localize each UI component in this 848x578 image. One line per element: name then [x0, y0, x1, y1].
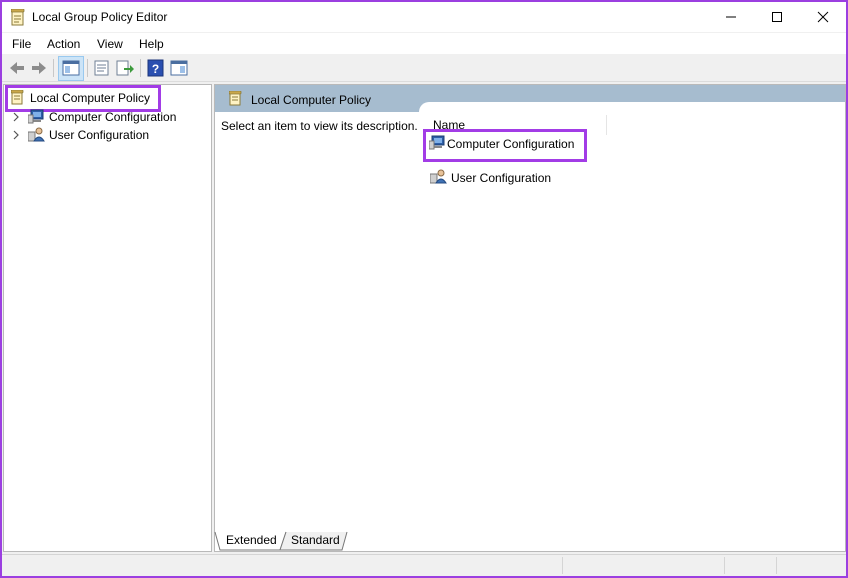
status-bar [2, 554, 846, 576]
list-item-user-configuration[interactable]: User Configuration [429, 168, 629, 186]
details-pane: Local Computer Policy Select an item to … [214, 84, 846, 552]
forward-arrow-icon[interactable] [29, 58, 49, 78]
toolbar-separator [140, 59, 141, 77]
show-hide-action-pane-icon[interactable] [169, 58, 189, 78]
menu-help[interactable]: Help [139, 37, 164, 51]
status-cell-tertiary [726, 557, 777, 574]
tree-root-label: Local Computer Policy [30, 91, 151, 105]
back-arrow-icon[interactable] [7, 58, 27, 78]
help-icon[interactable]: ? [146, 58, 166, 78]
maximize-button[interactable] [754, 2, 800, 32]
title-bar: Local Group Policy Editor [2, 2, 846, 32]
console-tree: Local Computer Policy Computer Configura… [3, 84, 212, 552]
maximize-icon [772, 12, 782, 22]
view-tabs: Extended Standard [214, 531, 614, 553]
tree-item-label: User Configuration [49, 128, 150, 142]
menu-file[interactable]: File [12, 37, 31, 51]
window-title: Local Group Policy Editor [32, 10, 168, 24]
toolbar: ? [2, 55, 846, 82]
status-cell-secondary [564, 557, 725, 574]
computer-configuration-icon [28, 109, 44, 124]
user-configuration-icon [430, 169, 447, 184]
list-item-label: User Configuration [451, 171, 552, 185]
close-icon [817, 11, 829, 23]
menu-view[interactable]: View [97, 37, 123, 51]
show-hide-console-tree-icon [62, 60, 80, 76]
details-list: Name User Configuration Computer Configu… [419, 102, 845, 551]
status-cell-main [2, 557, 563, 574]
column-divider[interactable] [606, 115, 607, 135]
chevron-right-icon[interactable] [12, 130, 20, 140]
toolbar-separator [53, 59, 54, 77]
computer-configuration-icon [429, 135, 445, 150]
show-hide-console-tree-button[interactable] [58, 56, 84, 81]
minimize-icon [726, 16, 736, 18]
chevron-right-icon[interactable] [12, 112, 20, 122]
policy-document-icon [11, 90, 24, 105]
minimize-button[interactable] [708, 2, 754, 32]
user-configuration-icon [28, 127, 45, 142]
tree-item-user-configuration[interactable]: User Configuration [4, 126, 204, 144]
app-window: Local Group Policy Editor File Action Vi… [2, 2, 846, 576]
svg-text:?: ? [152, 62, 159, 76]
export-list-icon[interactable] [115, 58, 135, 78]
close-button[interactable] [800, 2, 846, 32]
list-item-computer-configuration[interactable]: Computer Configuration [423, 129, 587, 162]
menu-action[interactable]: Action [47, 37, 80, 51]
properties-icon[interactable] [92, 58, 112, 78]
details-header-title: Local Computer Policy [251, 93, 372, 107]
list-item-label: Computer Configuration [447, 137, 575, 151]
toolbar-separator [87, 59, 88, 77]
policy-document-icon [11, 9, 25, 26]
tab-standard-label: Standard [291, 533, 340, 547]
policy-document-icon [229, 91, 242, 106]
tab-extended-label: Extended [226, 533, 277, 547]
description-text: Select an item to view its description. [221, 119, 418, 133]
tree-item-label: Computer Configuration [49, 110, 177, 124]
menu-bar: File Action View Help [2, 33, 846, 54]
tree-item-computer-configuration[interactable]: Computer Configuration [4, 108, 204, 126]
